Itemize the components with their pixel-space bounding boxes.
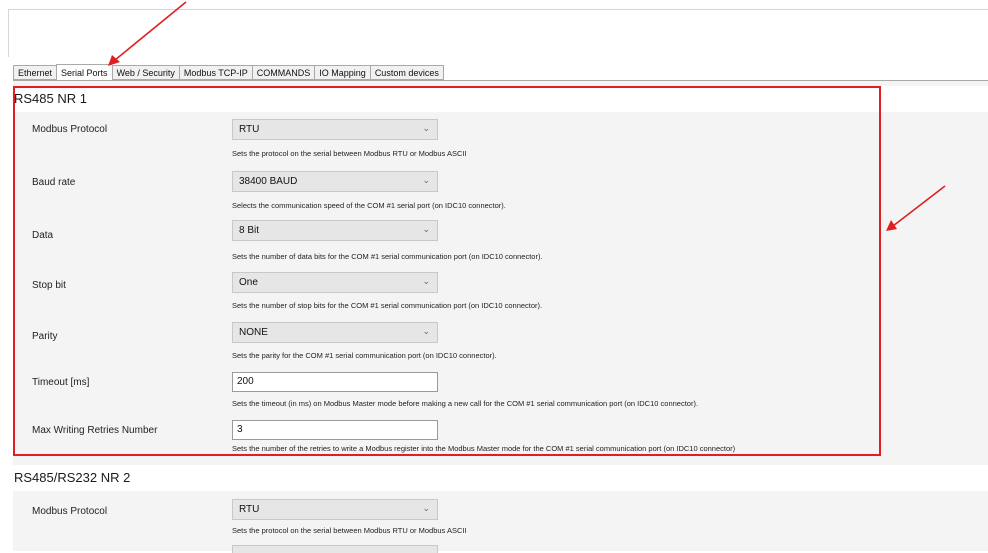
parity-label: Parity: [32, 331, 58, 342]
next-field-select[interactable]: [232, 545, 438, 553]
tab-bar: Ethernet Serial Ports Web / Security Mod…: [13, 64, 444, 81]
modbus-protocol-select[interactable]: RTU ⌄: [232, 119, 438, 140]
chevron-down-icon: ⌄: [422, 175, 430, 185]
stop-bit-select[interactable]: One ⌄: [232, 272, 438, 293]
timeout-input[interactable]: 200: [232, 372, 438, 392]
data-bits-value: 8 Bit: [239, 225, 260, 236]
baud-rate-description: Selects the communication speed of the C…: [232, 201, 506, 210]
stop-bit-value: One: [239, 277, 258, 288]
modbus-protocol-value: RTU: [239, 124, 260, 135]
parity-value: NONE: [239, 327, 268, 338]
chevron-down-icon: ⌄: [422, 276, 430, 286]
data-bits-label: Data: [32, 230, 54, 241]
max-retries-value: 3: [237, 424, 243, 435]
max-retries-input[interactable]: 3: [232, 420, 438, 440]
modbus-protocol-2-select[interactable]: RTU ⌄: [232, 499, 438, 520]
modbus-protocol-description: Sets the protocol on the serial between …: [232, 149, 467, 158]
parity-description: Sets the parity for the COM #1 serial co…: [232, 351, 497, 360]
data-bits-select[interactable]: 8 Bit ⌄: [232, 220, 438, 241]
baud-rate-label: Baud rate: [32, 177, 76, 188]
tab-web-security[interactable]: Web / Security: [111, 65, 179, 80]
section-header-rs485-rs232-nr2: [13, 465, 988, 491]
modbus-protocol-2-value: RTU: [239, 504, 260, 515]
modbus-protocol-2-label: Modbus Protocol: [32, 506, 108, 517]
chevron-down-icon: ⌄: [422, 123, 430, 133]
tab-io-mapping[interactable]: IO Mapping: [314, 65, 370, 80]
section-title-rs485-rs232-nr2: RS485/RS232 NR 2: [14, 470, 131, 485]
top-panel: [8, 9, 988, 57]
chevron-down-icon: ⌄: [422, 326, 430, 336]
data-bits-description: Sets the number of data bits for the COM…: [232, 252, 543, 261]
tab-ethernet[interactable]: Ethernet: [13, 65, 57, 80]
timeout-label: Timeout [ms]: [32, 377, 90, 388]
baud-rate-value: 38400 BAUD: [239, 176, 298, 187]
modbus-protocol-label: Modbus Protocol: [32, 124, 108, 135]
max-retries-label: Max Writing Retries Number: [32, 425, 158, 436]
section-header-rs485-nr1: [13, 86, 988, 112]
tab-commands[interactable]: COMMANDS: [251, 65, 315, 80]
chevron-down-icon: ⌄: [422, 224, 430, 234]
max-retries-description: Sets the number of the retries to write …: [232, 444, 736, 453]
parity-select[interactable]: NONE ⌄: [232, 322, 438, 343]
tab-serial-ports[interactable]: Serial Ports: [56, 64, 112, 81]
chevron-down-icon: ⌄: [422, 503, 430, 513]
timeout-description: Sets the timeout (in ms) on Modbus Maste…: [232, 399, 699, 408]
section-title-rs485-nr1: RS485 NR 1: [14, 91, 87, 106]
tab-modbus-tcp-ip[interactable]: Modbus TCP-IP: [178, 65, 252, 80]
baud-rate-select[interactable]: 38400 BAUD ⌄: [232, 171, 438, 192]
stop-bit-label: Stop bit: [32, 280, 66, 291]
tab-custom-devices[interactable]: Custom devices: [369, 65, 444, 80]
stop-bit-description: Sets the number of stop bits for the COM…: [232, 301, 543, 310]
modbus-protocol-2-description: Sets the protocol on the serial between …: [232, 526, 467, 535]
timeout-value: 200: [237, 376, 254, 387]
